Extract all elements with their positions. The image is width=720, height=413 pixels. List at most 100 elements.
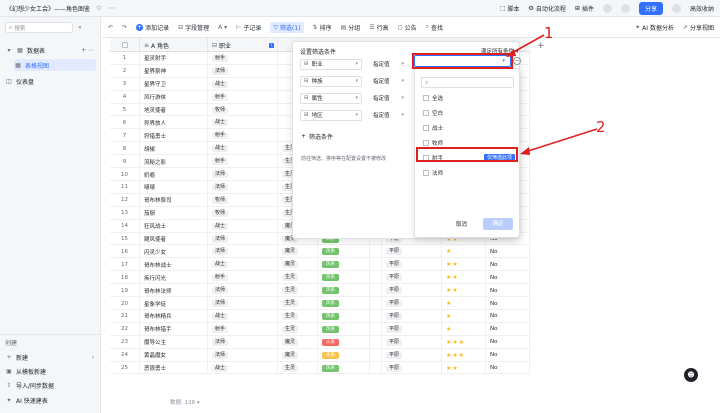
cell-job[interactable]: 射手 xyxy=(208,155,278,169)
cell-n[interactable]: 19 xyxy=(110,284,140,298)
cell-n[interactable]: 17 xyxy=(110,258,140,272)
table-row[interactable]: 19 哥布林法师 法师 生灵 风系 平原 ★★ No xyxy=(110,284,530,298)
star-rating[interactable]: ★ xyxy=(446,313,452,320)
cell-status[interactable]: No xyxy=(486,335,530,349)
cell-job[interactable]: 法师 xyxy=(208,64,278,78)
redo-button[interactable]: ↷ xyxy=(122,24,127,31)
cell-region[interactable]: 平原 xyxy=(382,297,442,310)
automation-button[interactable]: ⚙ 自动化流程 xyxy=(529,4,566,13)
star-rating[interactable]: ★ xyxy=(446,300,452,307)
sidebar-item-dashboard[interactable]: ◫ 仪表盘 xyxy=(5,75,97,87)
cell-name[interactable]: 恶狼勇士 xyxy=(140,361,208,375)
undo-button[interactable]: ↶ xyxy=(108,24,113,31)
sidebar-search[interactable]: ⌕ 搜索 xyxy=(5,22,73,33)
cell-n[interactable]: 10 xyxy=(110,168,140,181)
cell-n[interactable]: 16 xyxy=(110,245,140,259)
option-checkbox[interactable] xyxy=(423,109,429,116)
cell-name[interactable]: 飓风使者 xyxy=(140,232,208,246)
add-record-button[interactable]: + 添加记录 xyxy=(136,23,169,32)
group-button[interactable]: ▤ 分组 xyxy=(341,23,361,32)
cell-job[interactable]: 法师 xyxy=(208,284,278,298)
cell-name[interactable]: 胡椒 xyxy=(140,142,208,156)
star-rating[interactable]: ★★ xyxy=(446,274,459,281)
cell-job[interactable]: 法师 xyxy=(208,348,278,362)
assistant-icon[interactable]: ☻ xyxy=(684,368,698,382)
cell-n[interactable]: 8 xyxy=(110,142,140,156)
sidebar-ai-build[interactable]: ✦ AI 快速建表 xyxy=(5,394,97,406)
option-checkbox[interactable] xyxy=(423,124,429,131)
cell-job[interactable]: 牧师 xyxy=(208,103,278,117)
cell-name[interactable]: 星灵射手 xyxy=(140,52,208,65)
share-button[interactable]: 分享 xyxy=(638,1,663,15)
cell-n[interactable]: 23 xyxy=(110,335,140,349)
cell-region[interactable]: 平原 xyxy=(382,348,442,362)
cell-name[interactable]: 狩猎勇士 xyxy=(140,129,208,143)
cell-job[interactable]: 法师 xyxy=(208,232,278,246)
cell-region[interactable]: 平原 xyxy=(382,361,442,375)
cell-status[interactable]: No xyxy=(486,258,530,272)
cell-mode[interactable]: 风系 xyxy=(318,284,370,298)
star-rating[interactable]: ★ xyxy=(446,248,452,255)
cell-job[interactable]: 法师 xyxy=(208,335,278,349)
cell-mode[interactable]: 风系 xyxy=(318,361,370,375)
cell-mode[interactable]: 风系 xyxy=(318,258,370,272)
cell-job[interactable]: 战士 xyxy=(208,116,278,130)
value-option[interactable]: 战士 xyxy=(423,121,519,134)
cell-stars[interactable]: ★★ xyxy=(442,271,486,285)
cell-job[interactable]: 牧师 xyxy=(208,193,278,207)
cell-race[interactable]: 生灵 xyxy=(278,361,318,375)
cell-status[interactable]: No xyxy=(486,361,530,375)
sidebar-item-grid-view[interactable]: ▦ 表格视图 xyxy=(14,59,96,71)
cell-n[interactable]: 2 xyxy=(110,64,140,78)
condition-operator-select[interactable]: 指定值 ▾ xyxy=(370,76,406,87)
cell-stars[interactable]: ★ xyxy=(442,245,486,259)
cell-race[interactable]: 生灵 xyxy=(278,322,318,336)
cell-race[interactable]: 魔灵 xyxy=(278,245,318,259)
cell-race[interactable]: 生灵 xyxy=(278,271,318,285)
cell-n[interactable]: 20 xyxy=(110,297,140,310)
star-rating[interactable]: ★ xyxy=(446,326,452,333)
cell-attr[interactable] xyxy=(370,361,382,375)
cell-job[interactable]: 战士 xyxy=(208,361,278,375)
cell-name[interactable]: 狂风战士 xyxy=(140,219,208,233)
star-rating[interactable]: ★★★ xyxy=(446,352,465,359)
condition-operator-select[interactable]: 指定值 ▾ xyxy=(370,110,406,121)
cell-job[interactable]: 战士 xyxy=(208,219,278,233)
cell-n[interactable]: 6 xyxy=(110,116,140,130)
condition-field-select[interactable]: ⊟ 属性 ▾ xyxy=(300,92,362,104)
cell-name[interactable]: 哥布林法师 xyxy=(140,284,208,298)
cell-attr[interactable] xyxy=(370,245,382,259)
value-option[interactable]: 全选 xyxy=(423,91,519,104)
cell-mode[interactable]: 风系 xyxy=(318,271,370,285)
cell-stars[interactable]: ★★ xyxy=(442,361,486,375)
cell-race[interactable]: 魔灵 xyxy=(278,258,318,272)
star-rating[interactable]: ★★★ xyxy=(446,339,465,346)
cell-race[interactable]: 生灵 xyxy=(278,310,318,323)
condition-operator-select[interactable]: 指定值 ▾ xyxy=(370,59,406,70)
subrecord-button[interactable]: ⊢ 子记录 xyxy=(236,23,261,32)
text-format-button[interactable]: A ▾ xyxy=(218,24,227,31)
notice-button[interactable]: ◻ 公告 xyxy=(398,23,417,32)
cell-mode[interactable]: 风系 xyxy=(318,245,370,259)
cell-n[interactable]: 1 xyxy=(110,52,140,65)
cell-name[interactable]: 星界祭神 xyxy=(140,64,208,78)
cell-name[interactable]: 星象学徒 xyxy=(140,297,208,310)
cell-mode[interactable]: 火系 xyxy=(318,335,370,349)
cell-race[interactable]: 生灵 xyxy=(278,297,318,310)
cell-job[interactable]: 牧师 xyxy=(208,206,278,220)
cell-attr[interactable] xyxy=(370,335,382,349)
cell-n[interactable]: 21 xyxy=(110,310,140,323)
notification-icon[interactable] xyxy=(620,3,630,13)
value-option[interactable]: 法师 xyxy=(423,166,519,179)
avatar[interactable] xyxy=(671,3,681,13)
cell-name[interactable]: 哥布林猎手 xyxy=(140,322,208,336)
cell-stars[interactable]: ★★ xyxy=(442,258,486,272)
table-row[interactable]: 23 魔导公主 法师 魔灵 火系 平原 ★★★ No xyxy=(110,335,530,349)
cell-attr[interactable] xyxy=(370,310,382,323)
cell-n[interactable]: 22 xyxy=(110,322,140,336)
cell-status[interactable]: No xyxy=(486,310,530,323)
cell-name[interactable]: 哥布林精兵 xyxy=(140,310,208,323)
cell-status[interactable]: No xyxy=(486,284,530,298)
sidebar-item-table[interactable]: ▾ ▦ 数据表 + ⋯ xyxy=(5,44,97,56)
cell-region[interactable]: 平原 xyxy=(382,271,442,285)
